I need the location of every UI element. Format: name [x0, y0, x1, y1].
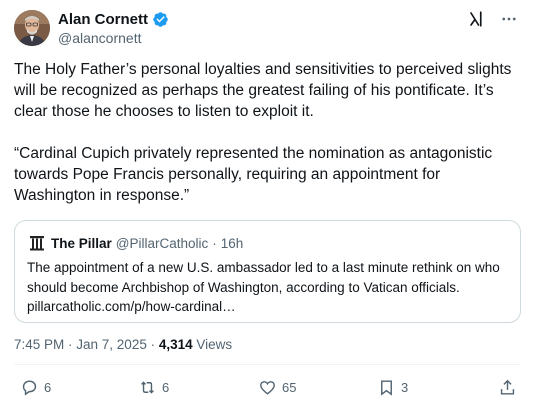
author-handle[interactable]: @alancornett [58, 30, 169, 46]
views-count: 4,314 [158, 337, 193, 352]
bookmark-count: 3 [401, 380, 409, 395]
share-icon [500, 379, 515, 395]
quoted-separator: · [212, 235, 217, 251]
tweet-top-actions [468, 10, 518, 28]
profile-photo-icon [14, 10, 50, 46]
repost-count: 6 [162, 380, 170, 395]
reply-count: 6 [44, 380, 52, 395]
bookmark-icon [381, 380, 392, 396]
author-block: Alan Cornett @alancornett [58, 9, 169, 46]
repost-icon [141, 381, 154, 394]
author-avatar[interactable] [14, 10, 50, 46]
author-display-name[interactable]: Alan Cornett [58, 11, 148, 28]
grok-icon[interactable] [468, 10, 486, 28]
quoted-display-name[interactable]: The Pillar [51, 236, 112, 251]
verified-badge-icon[interactable] [152, 11, 169, 28]
bookmark-button[interactable]: 3 [377, 378, 408, 397]
tweet-metadata: 7:45 PM · Jan 7, 2025 · 4,314 Views [14, 337, 232, 352]
tweet-action-bar: 6 6 65 3 [0, 378, 534, 402]
reply-icon [22, 380, 37, 396]
tweet-body: The Holy Father’s personal loyalties and… [14, 59, 519, 227]
heart-icon [260, 381, 275, 395]
quoted-age[interactable]: 16h [221, 236, 244, 251]
reply-button[interactable]: 6 [20, 378, 51, 397]
quoted-tweet-text: The appointment of a new U.S. ambassador… [27, 260, 500, 314]
tweet-paragraph: “Cardinal Cupich privately represented t… [14, 145, 493, 204]
more-options-icon[interactable] [500, 10, 518, 28]
quoted-tweet-header: The Pillar @PillarCatholic · 16h [27, 233, 243, 253]
author-name-row: Alan Cornett [58, 9, 169, 29]
pillar-logo-icon [27, 233, 47, 253]
quoted-handle[interactable]: @PillarCatholic [116, 236, 208, 251]
tweet-paragraph: The Holy Father’s personal loyalties and… [14, 61, 512, 120]
like-button[interactable]: 65 [258, 378, 296, 397]
action-divider [14, 364, 520, 365]
repost-button[interactable]: 6 [138, 378, 169, 397]
tweet-timestamp[interactable]: 7:45 PM · Jan 7, 2025 · [14, 337, 159, 352]
like-count: 65 [282, 380, 297, 395]
views-label: Views [192, 337, 233, 352]
quoted-tweet-card[interactable]: The Pillar @PillarCatholic · 16h The app… [14, 220, 521, 323]
share-button[interactable] [498, 378, 517, 397]
